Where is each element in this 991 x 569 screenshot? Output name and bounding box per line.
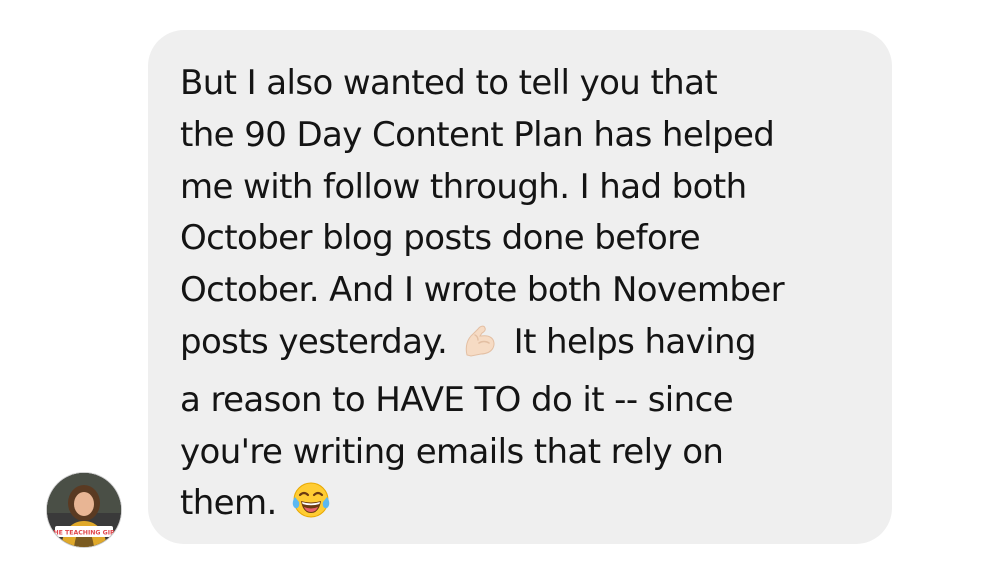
flexed-biceps-icon (461, 321, 499, 375)
message-line: October. And I wrote both November (180, 270, 785, 311)
profile-photo-icon: THE TEACHING GIRL (47, 473, 121, 547)
message-line: the 90 Day Content Plan has helped (180, 114, 775, 155)
message-line: you're writing emails that rely on (180, 431, 724, 472)
message-line: them. (180, 478, 880, 536)
message-line: a reason to HAVE TO do it -- since (180, 379, 734, 420)
message-line: posts yesterday. It helps having (180, 317, 880, 375)
sender-avatar[interactable]: THE TEACHING GIRL (47, 473, 121, 547)
message-text: But I also wanted to tell you that the 9… (180, 58, 880, 536)
message-line-text: posts yesterday. (180, 321, 448, 362)
message-line: October blog posts done before (180, 218, 701, 259)
tears-of-joy-face-icon (291, 480, 331, 536)
avatar-banner-text: THE TEACHING GIRL (49, 530, 119, 537)
message-line: But I also wanted to tell you that (180, 63, 718, 103)
message-line: me with follow through. I had both (180, 166, 747, 207)
message-line-text: It helps having (513, 321, 757, 362)
message-line-text: them. (180, 483, 277, 524)
